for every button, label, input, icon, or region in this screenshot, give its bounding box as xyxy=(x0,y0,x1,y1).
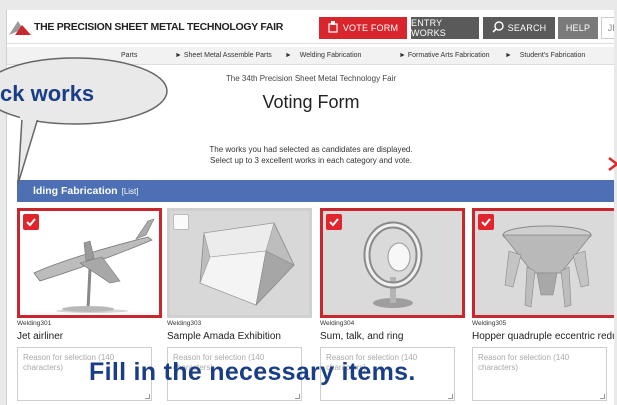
checkmark-icon xyxy=(26,218,36,227)
callout-bubble xyxy=(0,57,168,185)
lang-jp-label: JP xyxy=(607,23,614,33)
work-image[interactable] xyxy=(167,208,312,318)
reason-textarea[interactable]: Reason for selection (140 characters) xyxy=(472,347,607,401)
sum-talk-ring-image xyxy=(323,211,462,315)
select-checkbox[interactable] xyxy=(173,214,189,230)
logo-text: THE PRECISION SHEET METAL TECHNOLOGY FAI… xyxy=(34,21,284,33)
checkmark-icon xyxy=(329,218,339,227)
resize-handle-icon[interactable] xyxy=(145,394,150,399)
amada-sample-image xyxy=(170,211,309,315)
resize-handle-icon[interactable] xyxy=(448,394,453,399)
search-icon xyxy=(492,21,504,35)
category-students[interactable]: ► Student's Fabrication xyxy=(505,52,585,59)
search-button[interactable]: SEARCH xyxy=(483,17,555,39)
resize-handle-icon[interactable] xyxy=(295,394,300,399)
work-name: Sum, talk, and ring xyxy=(320,331,404,342)
vote-form-button[interactable]: VOTE FORM xyxy=(319,17,407,39)
help-button[interactable]: HELP xyxy=(558,17,598,39)
category-welding[interactable]: ► Welding Fabrication xyxy=(285,52,361,59)
fill-in-instruction: Fill in the necessary items. xyxy=(89,358,416,386)
search-label: SEARCH xyxy=(507,23,547,33)
jet-airliner-image xyxy=(20,211,159,315)
vote-form-icon xyxy=(328,21,338,35)
work-name: Sample Amada Exhibition xyxy=(167,331,281,342)
select-checkbox[interactable] xyxy=(23,214,39,230)
work-image[interactable] xyxy=(17,208,162,318)
resize-handle-icon[interactable] xyxy=(600,394,605,399)
top-header: THE PRECISION SHEET METAL TECHNOLOGY FAI… xyxy=(7,10,614,44)
work-name: Jet airliner xyxy=(17,331,64,342)
category-label: Student's Fabrication xyxy=(519,52,586,59)
site-logo[interactable]: THE PRECISION SHEET METAL TECHNOLOGY FAI… xyxy=(9,17,283,37)
work-image[interactable] xyxy=(472,208,614,318)
checkmark-icon xyxy=(481,218,491,227)
logo-mark-icon xyxy=(9,19,31,35)
work-code: Welding303 xyxy=(167,320,202,327)
category-label: Formative Arts Fabrication xyxy=(407,52,490,59)
category-label: Sheet Metal Assemble Parts xyxy=(183,52,272,59)
screenshot-frame: THE PRECISION SHEET METAL TECHNOLOGY FAI… xyxy=(0,0,617,405)
lang-jp-button[interactable]: JP xyxy=(601,17,614,39)
vote-form-label: VOTE FORM xyxy=(342,23,399,33)
work-image[interactable] xyxy=(320,208,465,318)
select-checkbox[interactable] xyxy=(478,214,494,230)
reason-placeholder: Reason for selection (140 characters) xyxy=(478,353,570,372)
section-title: lding Fabrication xyxy=(33,185,118,197)
work-code: Welding304 xyxy=(320,320,355,327)
help-label: HELP xyxy=(565,23,591,33)
category-formative-arts[interactable]: ► Formative Arts Fabrication xyxy=(399,52,490,59)
work-code: Welding301 xyxy=(17,320,52,327)
chevron-right-icon xyxy=(608,157,617,171)
work-card: Welding305 Hopper quadruple eccentric re… xyxy=(472,208,614,401)
work-code: Welding305 xyxy=(472,320,507,327)
select-checkbox[interactable] xyxy=(326,214,342,230)
work-name: Hopper quadruple eccentric reduc xyxy=(472,331,614,342)
entry-works-button[interactable]: ENTRY WORKS xyxy=(411,17,479,39)
category-sheet-metal-assemble[interactable]: ► Sheet Metal Assemble Parts xyxy=(175,52,272,59)
section-list-link[interactable]: [List] xyxy=(122,187,139,196)
entry-works-label: ENTRY WORKS xyxy=(411,18,447,38)
hopper-image xyxy=(475,211,614,315)
callout-text: ck works xyxy=(0,81,95,106)
category-label: Welding Fabrication xyxy=(299,52,362,59)
